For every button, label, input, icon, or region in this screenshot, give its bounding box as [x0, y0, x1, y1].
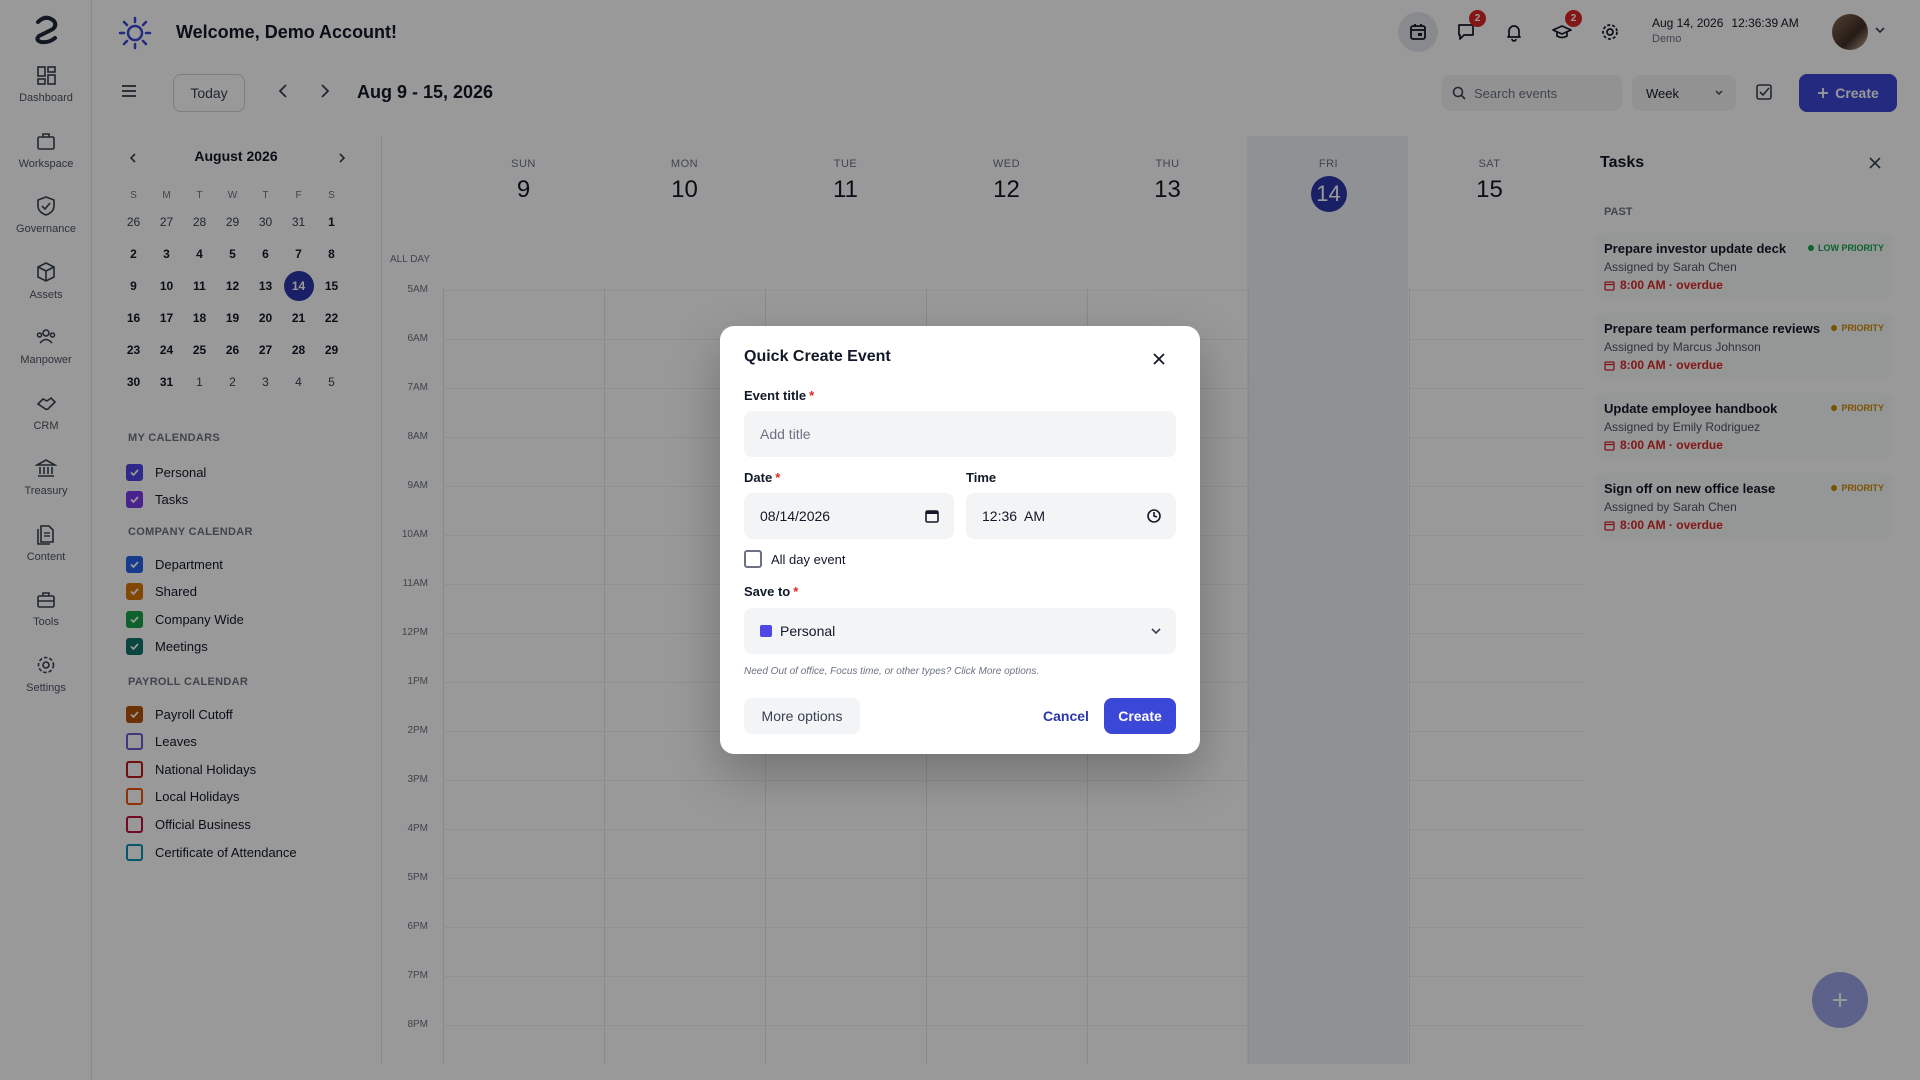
cancel-button[interactable]: Cancel	[1036, 698, 1096, 734]
dialog-create-button[interactable]: Create	[1104, 698, 1176, 734]
time-label: Time	[966, 470, 997, 485]
dialog-title: Quick Create Event	[744, 348, 891, 365]
close-icon[interactable]	[1152, 352, 1166, 366]
save-to-value: Personal	[780, 623, 836, 639]
event-title-label-text: Event title	[744, 388, 807, 403]
save-to-label-text: Save to	[744, 584, 791, 599]
event-title-label: Event title *	[744, 388, 814, 403]
more-options-hint: Need Out of office, Focus time, or other…	[744, 666, 1040, 677]
date-label: Date *	[744, 470, 780, 485]
time-value: 12:36 AM	[982, 508, 1046, 524]
all-day-label: All day event	[771, 551, 846, 567]
calendar-icon[interactable]	[924, 508, 940, 524]
chevron-down-icon	[1151, 628, 1161, 635]
clock-icon[interactable]	[1146, 508, 1162, 524]
date-label-text: Date	[744, 470, 773, 485]
date-field[interactable]: 08/14/2026	[744, 493, 954, 539]
checkbox-box[interactable]	[744, 550, 762, 568]
time-field[interactable]: 12:36 AM	[966, 493, 1176, 539]
event-title-input[interactable]	[760, 426, 1176, 442]
save-to-label: Save to *	[744, 584, 798, 599]
quick-create-event-dialog: Quick Create Event Event title* Date* 08…	[720, 326, 1200, 754]
required-mark: *	[775, 470, 781, 485]
calendar-color-swatch	[760, 625, 772, 637]
all-day-checkbox[interactable]: All day event	[744, 550, 845, 568]
date-value: 08/14/2026	[760, 508, 831, 524]
required-mark: *	[809, 388, 815, 403]
save-to-select[interactable]: Personal	[744, 608, 1176, 654]
event-title-field[interactable]	[744, 411, 1176, 457]
required-mark: *	[793, 584, 799, 599]
more-options-button[interactable]: More options	[744, 698, 860, 734]
